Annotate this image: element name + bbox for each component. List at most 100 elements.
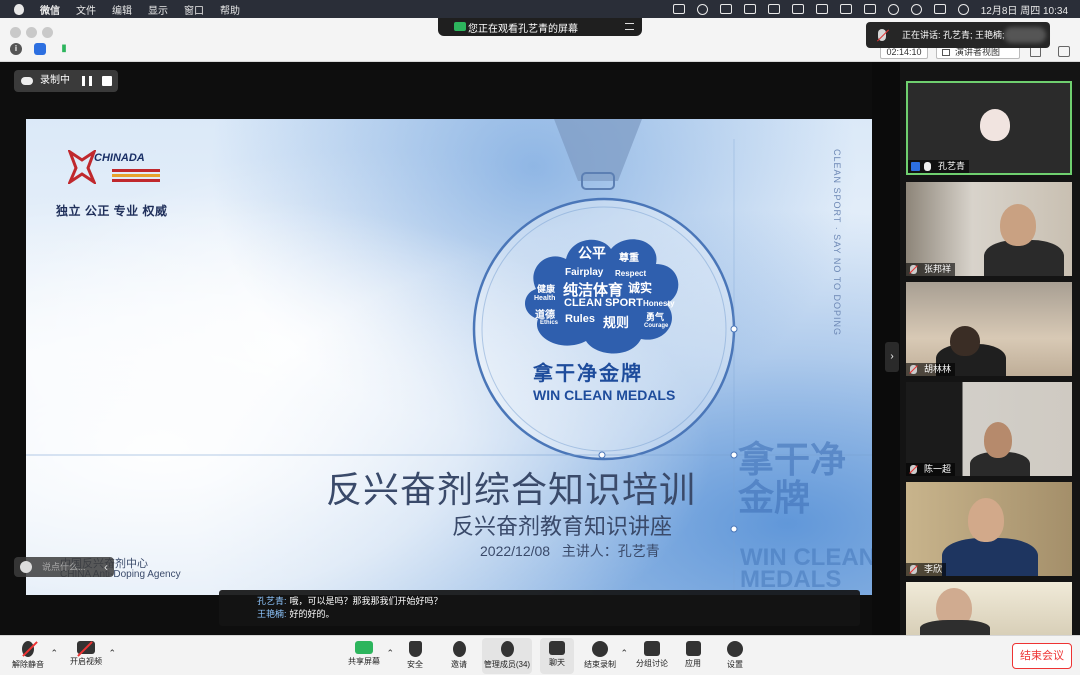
display-icon[interactable] [767,4,780,14]
security-label: 安全 [407,660,423,669]
logo-stripe-red [112,169,160,172]
collapse-gallery-button[interactable]: › [885,342,899,372]
manage-participants-label: 管理成员(34) [483,660,531,669]
participant-tile[interactable]: 李欣 [906,482,1072,576]
chevron-up-icon[interactable]: ⌃ [50,648,58,659]
apple-icon[interactable] [14,3,24,15]
participant-body [942,538,1038,576]
participant-face [950,326,980,356]
volume-icon[interactable] [791,4,804,14]
blurred-region [1004,27,1046,43]
menu-file[interactable]: 文件 [76,2,96,17]
unmute-button[interactable]: 解除静音 ⌃ [8,638,58,674]
diamond-icon[interactable] [719,4,732,14]
chevron-up-icon[interactable]: ⌃ [620,648,628,659]
sidebar-toggle-icon[interactable] [1058,46,1070,57]
meeting-toolbar: 解除静音 ⌃ 开启视频 ⌃ 共享屏幕 ⌃ 安全 邀请 管理成员(34) 聊天 结… [0,635,1080,675]
participant-name-bar: 陈一超 [906,463,956,476]
share-banner-text: 您正在观看孔艺青的屏幕 [468,23,578,35]
settings-button[interactable]: 设置 [722,638,748,674]
clean-sport-vertical: CLEAN SPORT · SAY NO TO DOPING [832,149,842,337]
participant-name-bar: 孔艺青 [908,160,970,173]
caption-text: 好的好的。 [289,609,335,619]
zoom-window-button[interactable] [42,27,53,38]
grid-icon[interactable] [839,4,852,14]
speaker-view-label: 演讲者视图 [955,47,1001,57]
participant-name-bar: 张邦祥 [906,263,956,276]
watermark-slogan-cn: 拿干净 金牌 [738,439,847,518]
user-icon[interactable] [910,3,922,15]
chat-button[interactable]: 聊天 [540,638,574,674]
siri-icon[interactable] [957,3,969,15]
wifi-icon[interactable] [887,3,899,15]
menu-edit[interactable]: 编辑 [112,2,132,17]
slide-title: 反兴奋剂综合知识培训 [326,469,697,510]
shared-screen-stage: 录制中 CHINADA 独立 公正 专业 权威 CLEAN SPORT · SA… [0,62,872,635]
participant-tile[interactable]: 陈一超 [906,382,1072,476]
signal-bars-icon[interactable]: ▮ [58,43,70,55]
word-courage: Courage [644,323,669,329]
apps-button[interactable]: 应用 [680,638,706,674]
breakout-grid-icon [644,641,660,656]
encryption-shield-icon[interactable] [34,43,46,55]
stop-recording-button[interactable]: 结束录制 ⌃ [582,638,628,674]
screen-share-banner: 您正在观看孔艺青的屏幕 [438,18,642,36]
logo-stripe-gold [112,174,160,177]
battery-icon[interactable] [863,4,876,14]
invite-button[interactable]: 邀请 [444,638,474,674]
participant-tile[interactable]: 胡林林 [906,282,1072,376]
recording-label: 录制中 [40,75,70,86]
manage-participants-button[interactable]: 管理成员(34) [482,638,532,674]
medal-graphic [26,119,872,595]
wps-icon[interactable] [672,4,685,14]
menu-window[interactable]: 窗口 [184,2,204,17]
start-video-label: 开启视频 [70,657,102,666]
menubar-clock[interactable]: 12月8日 周四 10:34 [981,2,1068,17]
logo-stripe-red-2 [112,179,160,182]
bluetooth-icon[interactable] [815,4,828,14]
mic-muted-icon [910,365,917,374]
participant-tile[interactable]: 孔艺青 [906,81,1072,175]
chat-label: 聊天 [549,658,565,667]
medal-slogan-cn: 拿干净金牌 [533,363,643,385]
chevron-up-icon[interactable]: ⌃ [108,648,116,659]
info-icon[interactable]: i [10,43,22,55]
control-center-icon[interactable] [933,4,946,14]
reaction-input[interactable]: 说点什么... ‹ [14,557,114,577]
shield-icon [408,641,422,657]
emoji-icon[interactable] [20,561,32,573]
word-honest-cn: 诚实 [628,281,653,295]
screen-icon[interactable] [743,4,756,14]
menu-help[interactable]: 帮助 [220,2,240,17]
chinada-mark-icon [68,150,96,184]
word-courage-cn: 勇气 [646,312,665,322]
participant-tile[interactable]: 张邦祥 [906,182,1072,276]
breakout-rooms-button[interactable]: 分组讨论 [634,638,670,674]
security-button[interactable]: 安全 [400,638,430,674]
share-screen-button[interactable]: 共享屏幕 ⌃ [344,638,394,674]
pause-recording-icon[interactable] [82,76,92,86]
chevron-up-icon[interactable]: ⌃ [386,648,394,659]
chat-bubble-icon [549,641,565,655]
menubar-status: 12月8日 周四 10:34 [672,0,1068,18]
end-meeting-button[interactable]: 结束会议 [1012,643,1072,669]
participant-name: 胡林林 [924,364,952,374]
word-respect: Respect [615,269,647,278]
menu-view[interactable]: 显示 [148,2,168,17]
start-video-button[interactable]: 开启视频 ⌃ [66,638,116,674]
reaction-placeholder: 说点什么... [42,562,86,572]
slide-tagline: 独立 公正 专业 权威 [56,204,168,218]
close-window-button[interactable] [10,27,21,38]
wechat-icon[interactable] [696,3,708,15]
banner-menu-icon[interactable] [625,23,634,30]
menu-app[interactable]: 微信 [40,2,60,17]
participants-icon [500,641,514,657]
slide-subtitle: 反兴奋剂教育知识讲座 [452,514,673,539]
stop-recording-icon[interactable] [102,76,112,86]
minimize-window-button[interactable] [26,27,37,38]
collapse-arrow-icon[interactable]: ‹ [104,557,108,577]
share-screen-icon [355,641,373,654]
participant-tile[interactable] [906,582,1072,635]
participant-gallery: 孔艺青 张邦祥 胡林林 陈一超 李欣 [900,62,1080,635]
word-rules-cn: 规则 [603,315,630,330]
